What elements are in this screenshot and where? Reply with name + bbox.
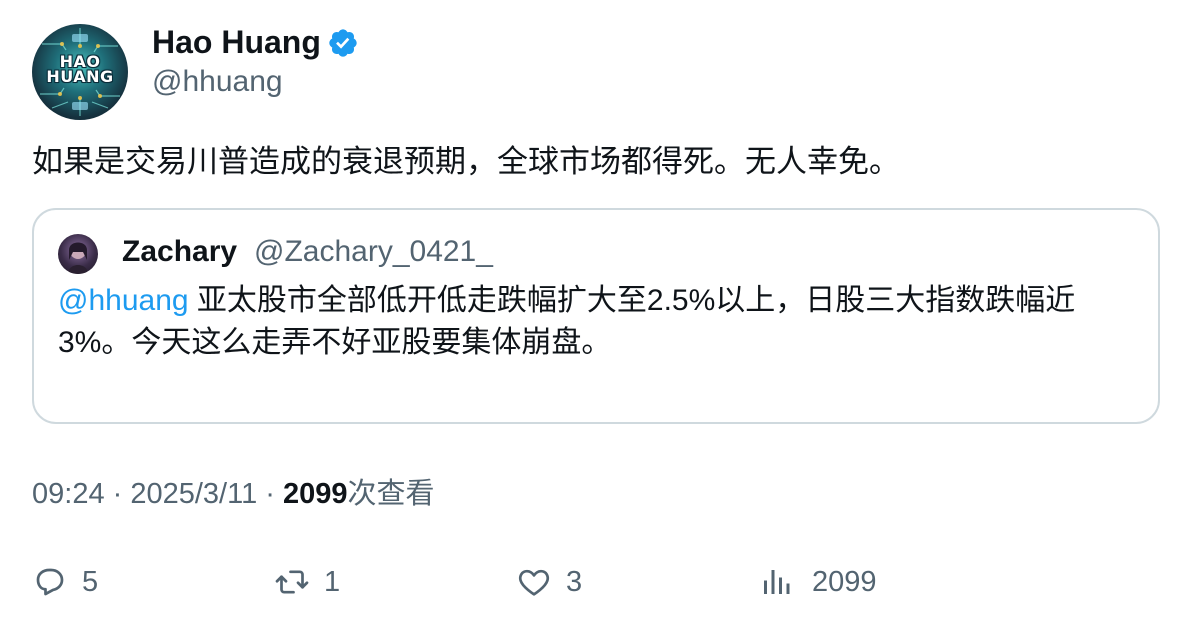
quoted-display-name[interactable]: Zachary	[122, 232, 237, 272]
tweet-card: HAO HUANG Hao Huang @hhuang 如果是交易川普造成的衰退…	[0, 0, 1196, 628]
quoted-avatar[interactable]	[58, 234, 98, 274]
reply-button[interactable]: 5	[32, 560, 98, 604]
author-handle[interactable]: @hhuang	[152, 62, 283, 102]
quoted-text: @hhuang 亚太股市全部低开低走跌幅扩大至2.5%以上，日股三大指数跌幅近3…	[58, 280, 1128, 364]
tweet-date[interactable]: 2025/3/11	[130, 478, 257, 510]
views-count: 2099	[283, 478, 348, 510]
like-button[interactable]: 3	[516, 560, 582, 604]
quoted-avatar-figure	[68, 242, 88, 274]
tweet-time[interactable]: 09:24	[32, 478, 105, 510]
quoted-handle[interactable]: @Zachary_0421_	[254, 232, 493, 272]
analytics-bar-icon	[764, 570, 790, 594]
reply-count: 5	[82, 565, 99, 598]
quoted-tweet-card[interactable]: Zachary @Zachary_0421_ @hhuang 亚太股市全部低开低…	[32, 208, 1160, 424]
meta-separator: ·	[104, 478, 131, 510]
mention-link[interactable]: @hhuang	[58, 284, 189, 317]
author-display-name[interactable]: Hao Huang	[152, 22, 321, 62]
retweet-button[interactable]: 1	[274, 560, 340, 604]
meta-separator: ·	[257, 478, 284, 510]
views-action-count: 2099	[812, 565, 877, 598]
tweet-text: 如果是交易川普造成的衰退预期，全球市场都得死。无人幸免。	[32, 144, 900, 179]
verified-badge-icon	[329, 29, 357, 57]
retweet-icon	[275, 570, 309, 594]
quoted-text-body: 亚太股市全部低开低走跌幅扩大至2.5%以上，日股三大指数跌幅近3%。今天这么走弄…	[58, 284, 1076, 359]
views-button[interactable]: 2099	[758, 560, 877, 604]
avatar[interactable]: HAO HUANG	[32, 24, 128, 120]
retweet-count: 1	[324, 565, 341, 598]
heart-icon	[518, 569, 550, 596]
like-count: 3	[566, 565, 583, 598]
views-label: 次查看	[347, 478, 435, 510]
avatar-logo-line2: HUANG	[46, 67, 114, 86]
tweet-meta: 09:24 · 2025/3/11 · 2099次查看	[32, 474, 435, 514]
reply-icon	[36, 568, 64, 596]
